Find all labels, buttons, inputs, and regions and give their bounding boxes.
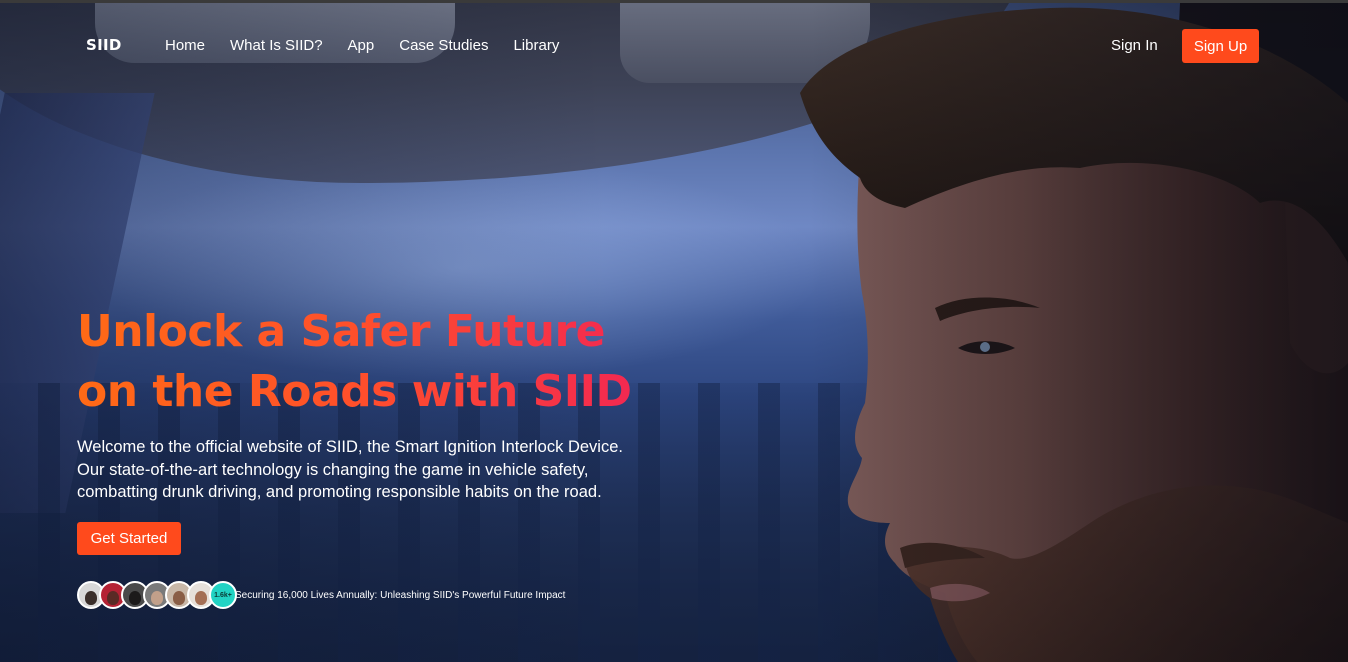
nav-links: Home What Is SIID? App Case Studies Libr… — [165, 37, 584, 54]
siid-logo[interactable]: SIID — [86, 36, 122, 54]
supporter-avatars: 1.6k+ — [77, 581, 237, 611]
supporters-count-badge: 1.6k+ — [209, 581, 237, 609]
top-navigation: SIID Home What Is SIID? App Case Studies… — [0, 3, 1348, 83]
impact-statement: Securing 16,000 Lives Annually: Unleashi… — [235, 590, 566, 601]
hero-intro-text: Welcome to the official website of SIID,… — [77, 438, 623, 501]
sign-up-button[interactable]: Sign Up — [1182, 29, 1259, 63]
nav-link-home[interactable]: Home — [165, 37, 205, 54]
sign-in-link[interactable]: Sign In — [1111, 37, 1158, 54]
hero-headline-line-2: on the Roads with SIID — [77, 366, 632, 417]
nav-link-what-is-siid[interactable]: What Is SIID? — [230, 37, 323, 54]
nav-link-case-studies[interactable]: Case Studies — [399, 37, 488, 54]
nav-link-app[interactable]: App — [348, 37, 375, 54]
get-started-button[interactable]: Get Started — [77, 522, 181, 555]
hero-headline-line-1: Unlock a Safer Future — [77, 306, 606, 357]
nav-link-library[interactable]: Library — [513, 37, 559, 54]
hero-headline: Unlock a Safer Future on the Roads with … — [77, 302, 697, 422]
